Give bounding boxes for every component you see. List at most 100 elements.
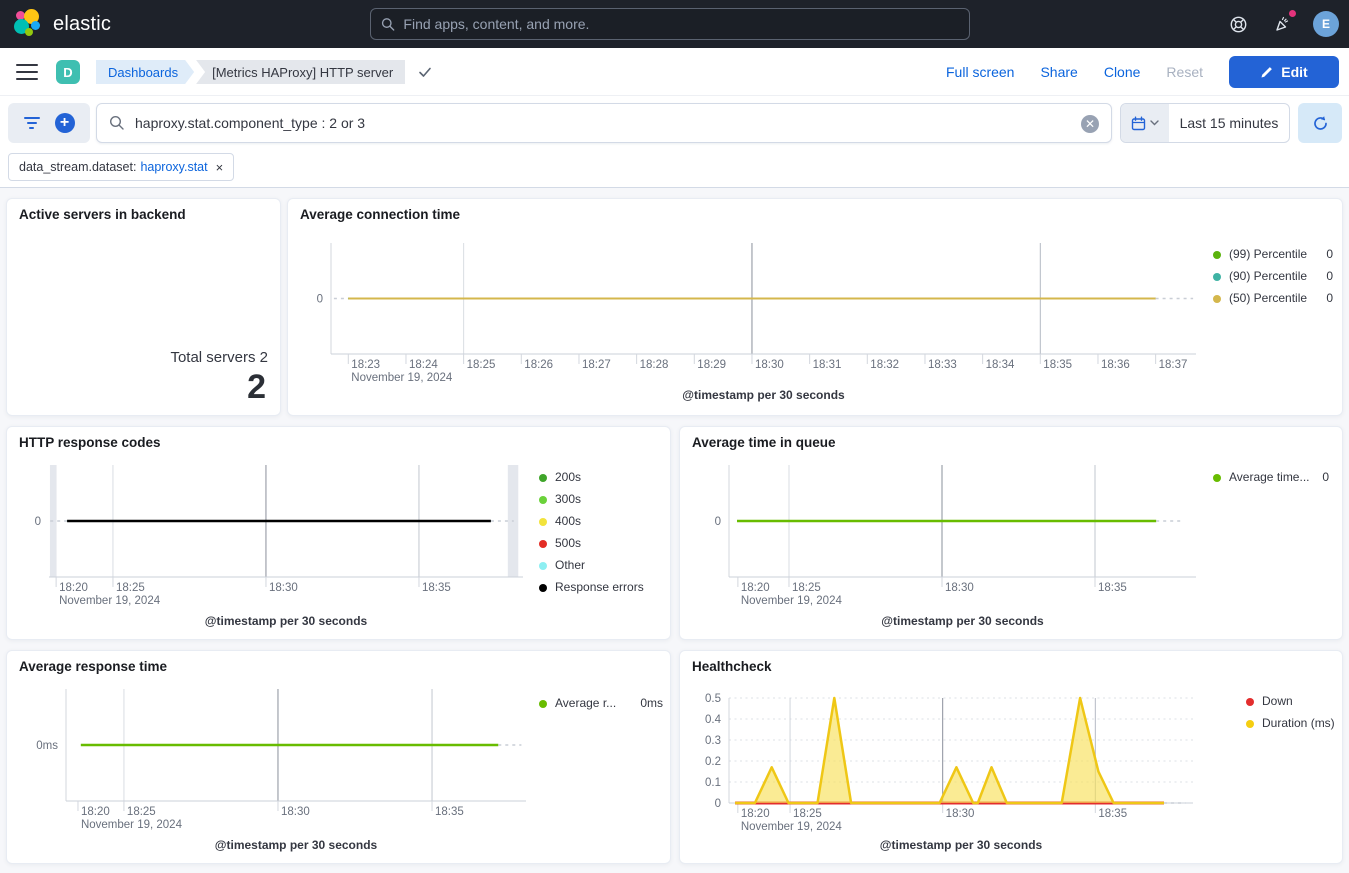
breadcrumb-dashboards[interactable]: Dashboards	[96, 60, 194, 84]
legend-item[interactable]: (99) Percentile0	[1213, 248, 1333, 261]
news-feed-icon[interactable]	[1269, 11, 1295, 37]
panel-title[interactable]: Healthcheck	[692, 659, 772, 674]
chart-legend: Average r...0ms	[539, 697, 663, 719]
svg-text:November 19, 2024: November 19, 2024	[741, 821, 843, 833]
x-axis-title: @timestamp per 30 seconds	[729, 838, 1193, 852]
search-icon	[381, 17, 395, 32]
panel-healthcheck: Healthcheck 18:20November 19, 202418:251…	[679, 650, 1343, 864]
add-filter-button[interactable]: +	[55, 113, 75, 133]
elastic-wordmark: elastic	[53, 13, 111, 36]
full-screen-button[interactable]: Full screen	[946, 64, 1014, 80]
remove-filter-icon[interactable]: ×	[216, 160, 224, 175]
breadcrumb: Dashboards [Metrics HAProxy] HTTP server	[96, 60, 433, 84]
filter-controls-group: +	[8, 103, 90, 143]
legend-series-value: 0	[1318, 270, 1333, 283]
legend-series-dot	[539, 474, 547, 482]
chart-legend: Average time...0	[1213, 471, 1329, 493]
healthcheck-chart[interactable]: 18:20November 19, 202418:2518:3018:3500.…	[680, 677, 1344, 835]
svg-text:0.5: 0.5	[705, 693, 721, 705]
svg-text:0.3: 0.3	[705, 735, 721, 747]
dashboards-app-badge[interactable]: D	[56, 60, 80, 84]
panel-title[interactable]: Average time in queue	[692, 435, 836, 450]
dashboard-grid: Active servers in backend Total servers …	[0, 187, 1349, 873]
kibana-dashboard-app: { "topbar": { "logo_text": "elastic", "s…	[0, 0, 1349, 873]
average-connection-time-chart[interactable]: 18:23November 19, 202418:2418:2518:2618:…	[288, 235, 1344, 387]
global-search-bar[interactable]	[370, 8, 970, 40]
legend-item[interactable]: Average time...0	[1213, 471, 1329, 484]
svg-text:18:20: 18:20	[741, 808, 770, 820]
panel-title[interactable]: Active servers in backend	[19, 207, 186, 222]
edit-button[interactable]: Edit	[1229, 56, 1339, 88]
legend-item[interactable]: (90) Percentile 0	[1213, 270, 1333, 283]
legend-item[interactable]: Duration (ms)0	[1246, 717, 1349, 730]
kql-query-bar[interactable]: ✕	[96, 103, 1112, 143]
legend-series-label: Down	[1262, 695, 1293, 708]
time-range-picker: Last 15 minutes	[1120, 103, 1290, 143]
reset-button[interactable]: Reset	[1166, 64, 1203, 80]
legend-item[interactable]: 200s	[539, 471, 669, 484]
legend-item[interactable]: Response errors	[539, 581, 669, 594]
dashboard-actions: Full screen Share Clone Reset Edit	[946, 48, 1339, 96]
pencil-icon	[1260, 66, 1273, 79]
panel-http-response-codes: HTTP response codes 18:20November 19, 20…	[6, 426, 671, 640]
panel-title[interactable]: Average connection time	[300, 207, 460, 222]
legend-item[interactable]: 400s	[539, 515, 669, 528]
svg-text:November 19, 2024: November 19, 2024	[351, 372, 453, 384]
svg-text:18:20: 18:20	[59, 582, 88, 594]
user-avatar[interactable]: E	[1313, 11, 1339, 37]
legend-series-label: 300s	[555, 493, 581, 506]
svg-text:0.1: 0.1	[705, 777, 721, 789]
time-range-value[interactable]: Last 15 minutes	[1169, 104, 1289, 142]
svg-text:18:35: 18:35	[435, 806, 464, 818]
legend-item[interactable]: 300s	[539, 493, 669, 506]
svg-text:18:25: 18:25	[116, 582, 145, 594]
legend-series-label: Average r...	[555, 697, 616, 710]
panel-title[interactable]: HTTP response codes	[19, 435, 161, 450]
dataset-filter-pill[interactable]: data_stream.dataset: haproxy.stat ×	[8, 153, 234, 181]
legend-item[interactable]: Average r...0ms	[539, 697, 663, 710]
refresh-button[interactable]	[1298, 103, 1342, 143]
legend-item[interactable]: (50) Percentile0	[1213, 292, 1333, 305]
svg-text:November 19, 2024: November 19, 2024	[59, 595, 161, 607]
svg-text:18:35: 18:35	[1098, 582, 1127, 594]
legend-series-value: 0	[1318, 248, 1333, 261]
svg-text:18:20: 18:20	[741, 582, 770, 594]
legend-item[interactable]: Down0	[1246, 695, 1349, 708]
svg-text:18:30: 18:30	[281, 806, 310, 818]
svg-text:18:30: 18:30	[945, 582, 974, 594]
svg-text:18:24: 18:24	[409, 359, 438, 371]
svg-text:18:30: 18:30	[946, 808, 975, 820]
svg-text:November 19, 2024: November 19, 2024	[81, 819, 183, 831]
menu-icon[interactable]	[16, 62, 38, 82]
svg-text:0ms: 0ms	[36, 740, 58, 752]
legend-series-dot	[1213, 474, 1221, 482]
clear-query-icon[interactable]: ✕	[1081, 115, 1099, 133]
global-search-input[interactable]	[403, 16, 959, 32]
share-button[interactable]: Share	[1040, 64, 1077, 80]
svg-text:18:28: 18:28	[640, 359, 669, 371]
svg-text:18:20: 18:20	[81, 806, 110, 818]
svg-text:18:35: 18:35	[1098, 808, 1127, 820]
legend-series-label: Other	[555, 559, 585, 572]
filter-pill-row: data_stream.dataset: haproxy.stat ×	[0, 150, 1349, 187]
svg-text:18:32: 18:32	[870, 359, 899, 371]
legend-item[interactable]: Other	[539, 559, 669, 572]
svg-text:0: 0	[715, 798, 721, 810]
x-axis-title: @timestamp per 30 seconds	[49, 614, 523, 628]
calendar-dropdown-button[interactable]	[1121, 104, 1169, 142]
legend-series-label: Duration (ms)	[1262, 717, 1335, 730]
help-icon[interactable]	[1225, 11, 1251, 37]
clone-button[interactable]: Clone	[1104, 64, 1141, 80]
legend-series-label: (90) Percentile	[1229, 270, 1307, 283]
x-axis-title: @timestamp per 30 seconds	[729, 614, 1196, 628]
svg-text:18:26: 18:26	[524, 359, 553, 371]
elastic-logo[interactable]: elastic	[14, 9, 111, 39]
filter-menu-icon[interactable]	[24, 117, 40, 129]
svg-text:18:36: 18:36	[1101, 359, 1130, 371]
panel-title[interactable]: Average response time	[19, 659, 167, 674]
query-input[interactable]	[135, 115, 1035, 131]
elastic-logo-icon	[14, 9, 44, 39]
legend-item[interactable]: 500s	[539, 537, 669, 550]
svg-text:18:37: 18:37	[1159, 359, 1188, 371]
filter-pill-field: data_stream.dataset:	[19, 160, 136, 174]
